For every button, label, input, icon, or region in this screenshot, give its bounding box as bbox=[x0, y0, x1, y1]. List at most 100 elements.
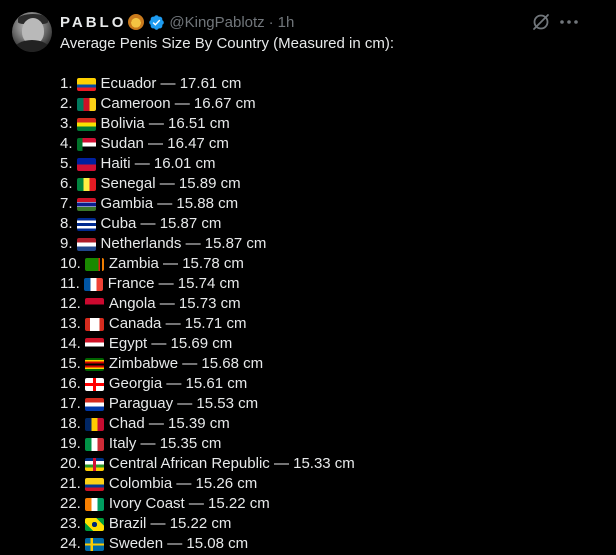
flag-haiti-icon bbox=[76, 157, 96, 171]
flag-senegal-icon bbox=[76, 177, 96, 191]
list-item-rank: 6. bbox=[60, 175, 73, 192]
list-item: 13. Canada — 15.71 cm bbox=[60, 314, 600, 334]
list-item: 24. Sweden — 15.08 cm bbox=[60, 534, 600, 554]
list-item: 12. Angola — 15.73 cm bbox=[60, 294, 600, 314]
tweet-header: PABLO @KingPablotz · 1h bbox=[60, 10, 294, 34]
list-item: 1. Ecuador — 17.61 cm bbox=[60, 74, 600, 94]
flag-bolivia-icon bbox=[76, 117, 96, 131]
list-item-label: Canada — 15.71 cm bbox=[108, 315, 247, 332]
flag-paraguay-icon bbox=[84, 397, 104, 411]
list-item: 23. Brazil — 15.22 cm bbox=[60, 514, 600, 534]
verified-badge-icon[interactable] bbox=[148, 14, 165, 31]
list-item-label: Zambia — 15.78 cm bbox=[108, 255, 244, 272]
flag-gambia-icon bbox=[76, 197, 96, 211]
list-item-label: Zimbabwe — 15.68 cm bbox=[108, 355, 264, 372]
list-item: 18. Chad — 15.39 cm bbox=[60, 414, 600, 434]
flag-france-icon bbox=[83, 277, 103, 291]
flag-central-african-republic-icon bbox=[84, 457, 104, 471]
list-item: 3. Bolivia — 16.51 cm bbox=[60, 114, 600, 134]
tweet: PABLO @KingPablotz · 1h Average Penis Si… bbox=[0, 0, 616, 555]
list-item-rank: 15. bbox=[60, 355, 81, 372]
flag-zimbabwe-icon bbox=[84, 357, 104, 371]
list-item-rank: 8. bbox=[60, 215, 73, 232]
avatar[interactable] bbox=[12, 12, 52, 52]
list-item-rank: 7. bbox=[60, 195, 73, 212]
flag-sweden-icon bbox=[84, 537, 104, 551]
list-item-label: Brazil — 15.22 cm bbox=[108, 515, 232, 532]
list-item-label: Angola — 15.73 cm bbox=[108, 295, 241, 312]
list-item: 11. France — 15.74 cm bbox=[60, 274, 600, 294]
flag-georgia-icon bbox=[84, 377, 104, 391]
list-item-rank: 11. bbox=[60, 275, 80, 292]
list-item-rank: 2. bbox=[60, 95, 73, 112]
flag-colombia-icon bbox=[84, 477, 104, 491]
list-item-label: Egypt — 15.69 cm bbox=[108, 335, 233, 352]
list-item-label: Paraguay — 15.53 cm bbox=[108, 395, 259, 412]
list-item-label: Sweden — 15.08 cm bbox=[108, 535, 249, 552]
list-item-rank: 3. bbox=[60, 115, 73, 132]
flag-egypt-icon bbox=[84, 337, 104, 351]
list-item-label: France — 15.74 cm bbox=[107, 275, 240, 292]
list-item-rank: 13. bbox=[60, 315, 81, 332]
avatar-body bbox=[14, 40, 50, 52]
flag-ecuador-icon bbox=[76, 77, 96, 91]
list-item: 21. Colombia — 15.26 cm bbox=[60, 474, 600, 494]
display-name[interactable]: PABLO bbox=[60, 14, 126, 31]
list-item-rank: 10. bbox=[60, 255, 81, 272]
list-item-rank: 9. bbox=[60, 235, 73, 252]
list-item-label: Ecuador — 17.61 cm bbox=[100, 75, 242, 92]
flag-cameroon-icon bbox=[76, 97, 96, 111]
flag-cuba-icon bbox=[76, 217, 96, 231]
list-item: 22. Ivory Coast — 15.22 cm bbox=[60, 494, 600, 514]
list-item-rank: 16. bbox=[60, 375, 81, 392]
list-item: 6. Senegal — 15.89 cm bbox=[60, 174, 600, 194]
list-item-label: Chad — 15.39 cm bbox=[108, 415, 230, 432]
flag-canada-icon bbox=[84, 317, 104, 331]
timestamp[interactable]: 1h bbox=[278, 14, 295, 31]
list-item-rank: 23. bbox=[60, 515, 81, 532]
list-item-label: Central African Republic — 15.33 cm bbox=[108, 455, 355, 472]
list-item: 14. Egypt — 15.69 cm bbox=[60, 334, 600, 354]
list-item-label: Colombia — 15.26 cm bbox=[108, 475, 258, 492]
list-item-rank: 19. bbox=[60, 435, 81, 452]
list-item-rank: 21. bbox=[60, 475, 81, 492]
separator-dot: · bbox=[268, 13, 274, 31]
list-item: 10. Zambia — 15.78 cm bbox=[60, 254, 600, 274]
flag-ivory-coast-icon bbox=[84, 497, 104, 511]
list-item: 8. Cuba — 15.87 cm bbox=[60, 214, 600, 234]
list-item-label: Cuba — 15.87 cm bbox=[100, 215, 222, 232]
list-item: 7. Gambia — 15.88 cm bbox=[60, 194, 600, 214]
more-options-icon[interactable] bbox=[558, 12, 580, 32]
flag-angola-icon bbox=[84, 297, 104, 311]
grok-icon[interactable] bbox=[531, 12, 551, 32]
list-item-label: Senegal — 15.89 cm bbox=[100, 175, 241, 192]
list-item-rank: 14. bbox=[60, 335, 81, 352]
list-item: 20. Central African Republic — 15.33 cm bbox=[60, 454, 600, 474]
list-item-label: Sudan — 16.47 cm bbox=[100, 135, 229, 152]
list-item: 17. Paraguay — 15.53 cm bbox=[60, 394, 600, 414]
list-item-label: Bolivia — 16.51 cm bbox=[100, 115, 230, 132]
tweet-intro-text: Average Penis Size By Country (Measured … bbox=[60, 35, 395, 52]
list-item-label: Haiti — 16.01 cm bbox=[100, 155, 216, 172]
list-item-label: Cameroon — 16.67 cm bbox=[100, 95, 256, 112]
list-item-label: Georgia — 15.61 cm bbox=[108, 375, 248, 392]
list-item: 5. Haiti — 16.01 cm bbox=[60, 154, 600, 174]
list-item-label: Ivory Coast — 15.22 cm bbox=[108, 495, 270, 512]
flag-sudan-icon bbox=[76, 137, 96, 151]
flag-italy-icon bbox=[84, 437, 104, 451]
list-item-rank: 17. bbox=[60, 395, 81, 412]
list-item-rank: 4. bbox=[60, 135, 73, 152]
list-item-label: Italy — 15.35 cm bbox=[108, 435, 222, 452]
list-item-rank: 24. bbox=[60, 535, 81, 552]
flag-netherlands-icon bbox=[76, 237, 96, 251]
list-item-rank: 22. bbox=[60, 495, 81, 512]
list-item-label: Gambia — 15.88 cm bbox=[100, 195, 239, 212]
list-item-rank: 5. bbox=[60, 155, 73, 172]
flag-brazil-icon bbox=[84, 517, 104, 531]
list-item-rank: 18. bbox=[60, 415, 81, 432]
list-item-rank: 20. bbox=[60, 455, 81, 472]
list-item: 16. Georgia — 15.61 cm bbox=[60, 374, 600, 394]
flag-chad-icon bbox=[84, 417, 104, 431]
list-item-rank: 12. bbox=[60, 295, 81, 312]
user-handle[interactable]: @KingPablotz bbox=[169, 14, 264, 31]
